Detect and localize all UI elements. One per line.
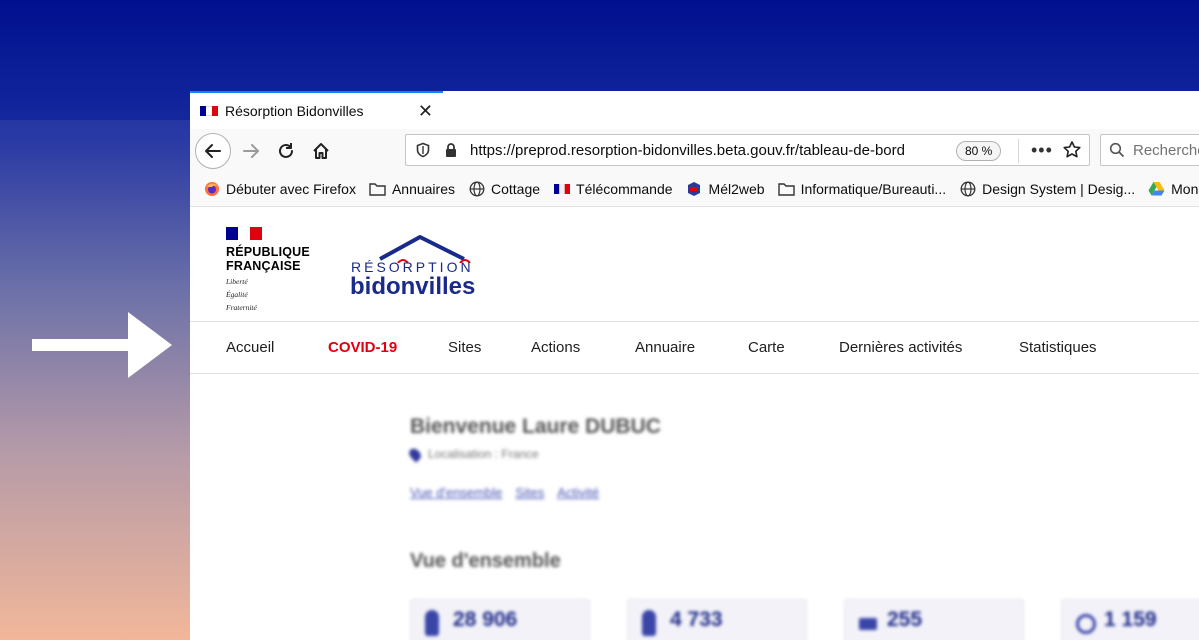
rf-motto-line2: Égalité: [226, 290, 248, 299]
reload-button[interactable]: [270, 135, 302, 167]
url-text: https://preprod.resorption-bidonvilles.b…: [470, 141, 905, 159]
bookmark-label: Mél2web: [708, 180, 765, 197]
stat-card-closed: 1 159: [1061, 599, 1199, 640]
check-icon: [859, 618, 877, 630]
firefox-icon: [203, 180, 220, 197]
ban-icon: [1076, 614, 1096, 634]
page-actions-more-icon[interactable]: •••: [1031, 140, 1053, 160]
menu-item-sites[interactable]: Sites: [448, 339, 481, 356]
bookmark-label: Télécommande: [576, 180, 673, 197]
bookmarks-toolbar: Débuter avec Firefox Annuaires Cottage T…: [190, 171, 1199, 207]
web-page: RÉPUBLIQUE FRANÇAISE Liberté Égalité Fra…: [190, 207, 1199, 640]
bookmark-star-icon[interactable]: [1062, 140, 1082, 165]
divider: [1018, 139, 1019, 163]
bookmark-label: Débuter avec Firefox: [226, 180, 356, 197]
home-icon: [313, 143, 329, 159]
stat-card-minors: 4 733: [627, 599, 807, 640]
browser-tab[interactable]: Résorption Bidonvilles ✕: [190, 91, 443, 129]
arrow-right-small-icon: [243, 144, 259, 158]
stat-value: 1 159: [1104, 608, 1157, 631]
menu-item-activites[interactable]: Dernières activités: [839, 339, 962, 356]
folder-icon: [369, 180, 386, 197]
rf-name-line2: FRANÇAISE: [226, 259, 301, 273]
welcome-title: Bienvenue Laure DUBUC: [410, 415, 661, 438]
section-title: Vue d'ensemble: [410, 550, 561, 572]
favicon-flag-icon: [200, 106, 218, 116]
navigation-toolbar: https://preprod.resorption-bidonvilles.b…: [190, 129, 1199, 171]
republique-francaise-logo[interactable]: RÉPUBLIQUE FRANÇAISE Liberté Égalité Fra…: [226, 227, 310, 312]
brand-line2: bidonvilles: [350, 273, 476, 300]
bookmark-label: Informatique/Bureauti...: [800, 180, 947, 197]
stat-value: 4 733: [670, 608, 723, 631]
menu-item-accueil[interactable]: Accueil: [226, 339, 274, 356]
dashboard-subnav: Vue d'ensemble Sites Activité: [410, 485, 612, 500]
menu-item-carte[interactable]: Carte: [748, 339, 785, 356]
stat-value: 28 906: [453, 608, 518, 631]
search-input[interactable]: Recherche: [1100, 134, 1199, 166]
stat-card-resorbed: 255: [844, 599, 1024, 640]
mel-icon: [686, 180, 703, 197]
shield-icon[interactable]: [412, 139, 434, 161]
bookmark-item[interactable]: Mon Drive: [1148, 180, 1199, 197]
zoom-badge[interactable]: 80 %: [956, 141, 1002, 161]
bookmark-label: Annuaires: [391, 180, 455, 197]
dashboard-content: Bienvenue Laure DUBUC Localisation : Fra…: [190, 375, 1199, 640]
bookmark-item[interactable]: Cottage: [468, 180, 540, 197]
home-button[interactable]: [305, 135, 337, 167]
stat-card-people: 28 906: [410, 599, 590, 640]
rf-motto-line3: Fraternité: [226, 303, 257, 312]
drive-icon: [1148, 180, 1165, 197]
menu-item-covid[interactable]: COVID-19: [328, 339, 397, 356]
menu-item-statistiques[interactable]: Statistiques: [1019, 339, 1097, 356]
reload-icon: [279, 143, 293, 158]
menu-item-actions[interactable]: Actions: [531, 339, 580, 356]
stat-value: 255: [887, 608, 923, 631]
arrow-left-icon: [205, 144, 221, 158]
bookmark-label: Mon Drive: [1171, 180, 1199, 197]
subnav-link-sites[interactable]: Sites: [515, 485, 544, 500]
rf-motto-line1: Liberté: [226, 277, 248, 286]
resorption-bidonvilles-logo[interactable]: RÉSORPTION bidonvilles: [350, 233, 480, 300]
subnav-link-overview[interactable]: Vue d'ensemble: [410, 485, 502, 500]
location-text: Localisation : France: [428, 447, 539, 461]
location-pin-icon: [406, 445, 424, 463]
tab-title: Résorption Bidonvilles: [225, 103, 364, 119]
tab-bar: Résorption Bidonvilles ✕: [190, 91, 1199, 129]
marianne-flag-icon: [226, 227, 262, 240]
bookmark-item[interactable]: Débuter avec Firefox: [203, 180, 356, 197]
arrow-right-icon: [32, 312, 172, 378]
bookmark-folder[interactable]: Informatique/Bureauti...: [777, 180, 947, 197]
bookmark-item[interactable]: Mél2web: [686, 180, 765, 197]
site-header: RÉPUBLIQUE FRANÇAISE Liberté Égalité Fra…: [190, 207, 1199, 322]
back-button[interactable]: [195, 133, 231, 169]
flag-icon: [553, 180, 570, 197]
bookmark-item[interactable]: Télécommande: [553, 180, 673, 197]
browser-window: Résorption Bidonvilles ✕ https://preprod…: [190, 91, 1199, 640]
child-icon: [642, 610, 656, 636]
menu-item-annuaire[interactable]: Annuaire: [635, 339, 695, 356]
bookmark-folder[interactable]: Annuaires: [369, 180, 455, 197]
forward-button[interactable]: [235, 135, 267, 167]
close-tab-icon[interactable]: ✕: [418, 102, 433, 120]
location-line: Localisation : France: [406, 445, 539, 463]
rf-name-line1: RÉPUBLIQUE: [226, 245, 310, 259]
search-placeholder: Recherche: [1133, 141, 1199, 159]
lock-icon[interactable]: [440, 139, 462, 161]
address-bar[interactable]: https://preprod.resorption-bidonvilles.b…: [405, 134, 1090, 166]
search-icon: [1109, 142, 1125, 158]
bookmark-label: Cottage: [491, 180, 541, 197]
subnav-link-activity[interactable]: Activité: [557, 485, 599, 500]
globe-icon: [959, 180, 976, 197]
bookmark-label: Design System | Desig...: [982, 180, 1136, 197]
globe-icon: [468, 180, 485, 197]
person-icon: [425, 610, 439, 636]
bookmark-item[interactable]: Design System | Desig...: [959, 180, 1135, 197]
folder-icon: [777, 180, 795, 197]
main-menu: Accueil COVID-19 Sites Actions Annuaire …: [190, 322, 1199, 374]
